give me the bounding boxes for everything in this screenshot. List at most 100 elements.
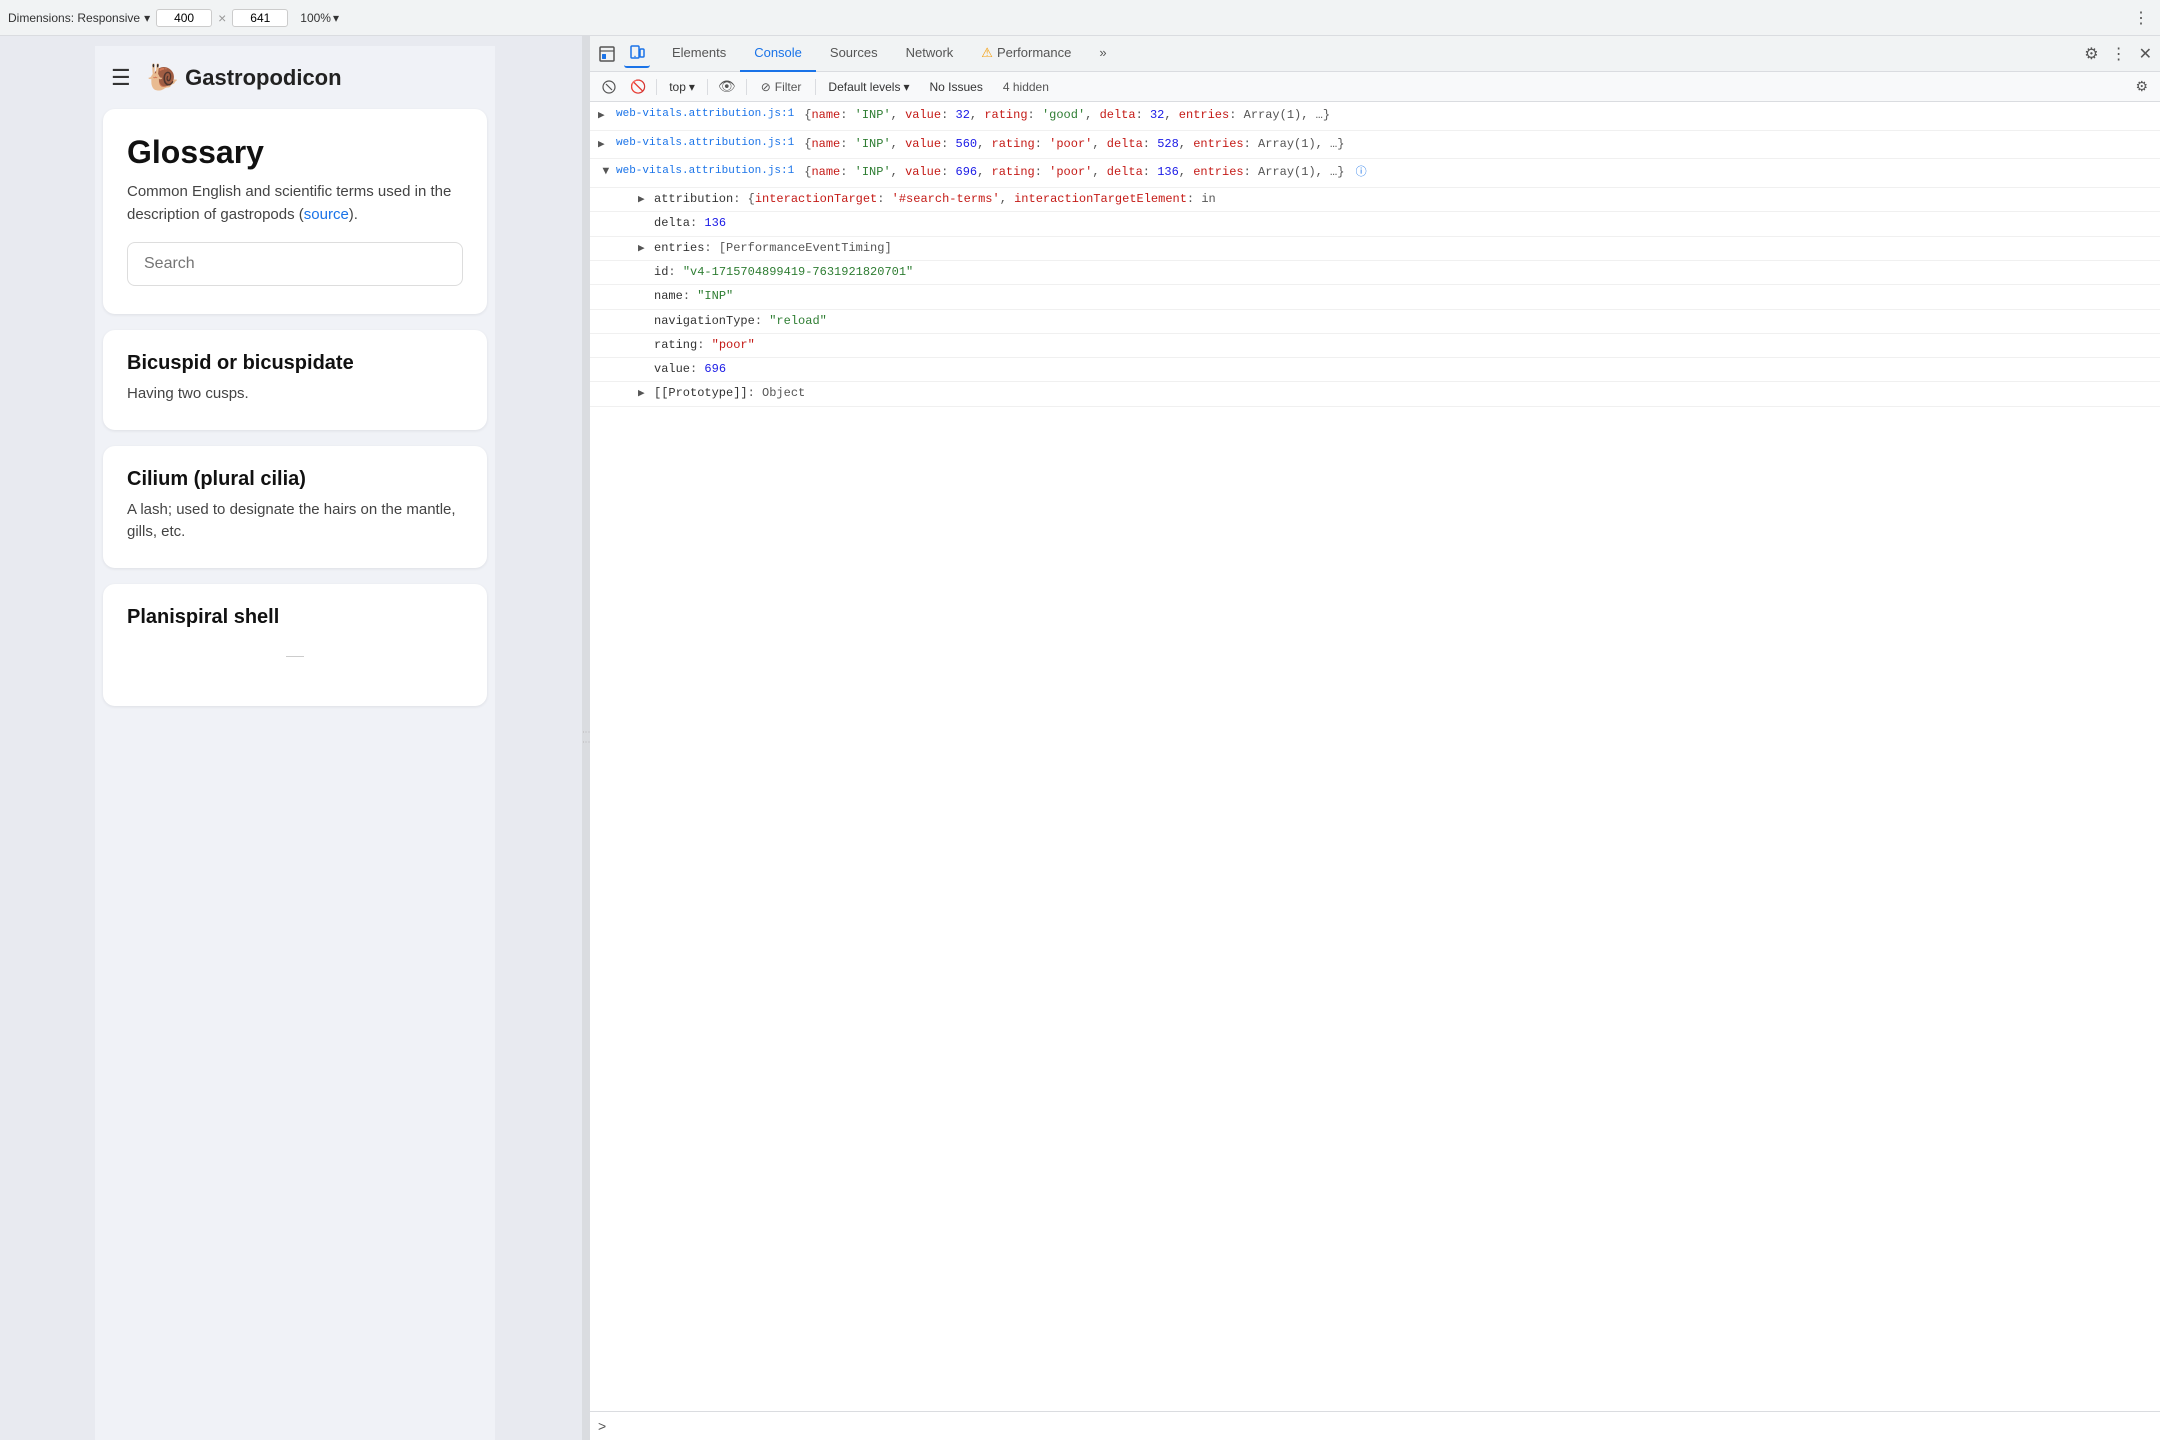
term-title: Bicuspid or bicuspidate — [127, 352, 463, 375]
console-prompt: > — [590, 1411, 2160, 1440]
zoom-label: 100% — [300, 11, 331, 25]
clear-console-button[interactable] — [598, 78, 620, 96]
glossary-title: Glossary — [127, 133, 463, 171]
devtools-panel: Elements Console Sources Network ⚠ Perfo… — [590, 36, 2160, 1440]
term-card-planispiral: Planispiral shell ⎯⎯ — [103, 584, 487, 706]
source-link-2[interactable]: web-vitals.attribution.js:1 — [616, 135, 794, 153]
nested-name: name: "INP" — [590, 285, 2160, 309]
inspect-icon — [598, 45, 616, 63]
devtools-close-button[interactable]: ✕ — [2135, 40, 2156, 68]
term-definition: Having two cusps. — [127, 383, 463, 406]
devtools-settings-button[interactable]: ⚙ — [2080, 40, 2102, 68]
term-definition: A lash; used to designate the hairs on t… — [127, 499, 463, 544]
nested-value: value: 696 — [590, 358, 2160, 382]
top-toolbar: Dimensions: Responsive ▾ × 100% ▾ ⋮ — [0, 0, 2160, 36]
info-badge[interactable]: ⓘ — [1356, 167, 1367, 179]
tab-more[interactable]: » — [1085, 36, 1120, 72]
device-icon — [628, 44, 646, 62]
console-input[interactable] — [612, 1419, 2152, 1433]
devtools-tab-icons: ⚙ ⋮ ✕ — [2080, 40, 2156, 68]
nested-id: id: "v4-1715704899419-7631921820701" — [590, 261, 2160, 285]
attribution-expand-icon[interactable]: ▶ — [638, 192, 650, 210]
prototype-expand-icon[interactable]: ▶ — [638, 386, 650, 404]
tab-performance[interactable]: ⚠ Performance — [967, 36, 1085, 72]
subtitle-text-after: ). — [349, 206, 358, 223]
height-input[interactable] — [232, 9, 288, 27]
subtitle-text-before: Common English and scientific terms used… — [127, 183, 451, 223]
site-logo: 🐌 Gastropodicon — [147, 62, 342, 93]
expand-arrow-3[interactable]: ▶ — [595, 168, 613, 180]
no-issues-badge: No Issues — [922, 78, 991, 96]
eye-icon: 👁 — [718, 78, 736, 95]
tab-sources[interactable]: Sources — [816, 36, 892, 72]
nested-attribution: ▶ attribution: {interactionTarget: '#sea… — [590, 188, 2160, 213]
toolbar-right: ⋮ — [2130, 5, 2152, 31]
separator3 — [746, 79, 747, 95]
webpage-content[interactable]: ☰ 🐌 Gastropodicon Glossary Common Englis… — [95, 46, 495, 1440]
devtools-subtoolbar: 🚫 top ▾ 👁 ⊘ Filter Default levels ▾ — [590, 72, 2160, 102]
nested-delta: delta: 136 — [590, 212, 2160, 236]
scroll-indicator: ⎯⎯ — [127, 645, 463, 666]
webpage-panel: ☰ 🐌 Gastropodicon Glossary Common Englis… — [0, 36, 590, 1440]
console-entry-inp-32: ▶ web-vitals.attribution.js:1 {name: 'IN… — [590, 102, 2160, 131]
dimensions-chevron-icon[interactable]: ▾ — [144, 11, 150, 25]
filter-label: Filter — [775, 80, 802, 94]
entry-content-2: {name: 'INP', value: 560, rating: 'poor'… — [804, 135, 2152, 154]
tab-console[interactable]: Console — [740, 36, 816, 72]
inspect-element-button[interactable] — [594, 41, 620, 67]
clear-icon — [602, 80, 616, 94]
dimensions-text: Dimensions: Responsive — [8, 11, 140, 25]
filter-button[interactable]: ⊘ Filter — [753, 78, 810, 96]
device-mode-button[interactable] — [624, 40, 650, 68]
nested-prototype: ▶ [[Prototype]]: Object — [590, 382, 2160, 407]
dimension-separator: × — [218, 10, 226, 26]
console-settings-button[interactable]: ⚙ — [2131, 76, 2152, 97]
nested-entries: ▶ entries: [PerformanceEventTiming] — [590, 237, 2160, 262]
site-title: Gastropodicon — [185, 65, 341, 91]
term-title: Cilium (plural cilia) — [127, 468, 463, 491]
hamburger-menu-icon[interactable]: ☰ — [111, 65, 131, 91]
tab-network[interactable]: Network — [892, 36, 968, 72]
console-entry-inp-696: ▶ web-vitals.attribution.js:1 {name: 'IN… — [590, 159, 2160, 188]
hidden-count-badge: 4 hidden — [997, 78, 1055, 96]
tab-elements[interactable]: Elements — [658, 36, 740, 72]
separator — [656, 79, 657, 95]
no-entries-button[interactable]: 🚫 — [626, 77, 650, 97]
toolbar-left: Dimensions: Responsive ▾ × 100% ▾ — [8, 9, 2124, 27]
levels-button[interactable]: Default levels ▾ — [822, 78, 915, 96]
context-label: top — [669, 80, 686, 94]
levels-label: Default levels — [828, 80, 900, 94]
resize-handle[interactable]: ⋮⋮ — [582, 36, 590, 1440]
width-input[interactable] — [156, 9, 212, 27]
expand-arrow-1[interactable]: ▶ — [598, 108, 610, 126]
expand-arrow-2[interactable]: ▶ — [598, 137, 610, 155]
context-selector[interactable]: top ▾ — [663, 78, 701, 96]
context-chevron-icon: ▾ — [689, 80, 695, 94]
dimensions-label: Dimensions: Responsive ▾ — [8, 11, 150, 25]
console-settings-icon: ⚙ — [2135, 78, 2148, 95]
source-link-1[interactable]: web-vitals.attribution.js:1 — [616, 106, 794, 124]
block-icon: 🚫 — [630, 79, 646, 95]
entry-content-1: {name: 'INP', value: 32, rating: 'good',… — [804, 106, 2152, 125]
zoom-chevron-icon: ▾ — [333, 11, 339, 25]
separator2 — [707, 79, 708, 95]
nested-navigation-type: navigationType: "reload" — [590, 310, 2160, 334]
glossary-subtitle: Common English and scientific terms used… — [127, 181, 463, 226]
devtools-more-button[interactable]: ⋮ — [2107, 40, 2131, 68]
glossary-card: Glossary Common English and scientific t… — [103, 109, 487, 314]
term-card-bicuspid: Bicuspid or bicuspidate Having two cusps… — [103, 330, 487, 430]
filter-icon: ⊘ — [761, 80, 771, 94]
entries-expand-icon[interactable]: ▶ — [638, 241, 650, 259]
separator4 — [815, 79, 816, 95]
source-link-3[interactable]: web-vitals.attribution.js:1 — [616, 163, 794, 181]
source-link[interactable]: source — [304, 206, 349, 223]
resize-dots: ⋮⋮ — [582, 728, 591, 748]
more-options-button[interactable]: ⋮ — [2130, 5, 2152, 31]
snail-icon: 🐌 — [147, 62, 179, 93]
more-icon: ⋮ — [2111, 44, 2127, 64]
eye-button[interactable]: 👁 — [714, 76, 740, 97]
search-input[interactable] — [127, 242, 463, 286]
zoom-button[interactable]: 100% ▾ — [294, 9, 345, 27]
term-card-cilium: Cilium (plural cilia) A lash; used to de… — [103, 446, 487, 568]
console-output[interactable]: ▶ web-vitals.attribution.js:1 {name: 'IN… — [590, 102, 2160, 1411]
